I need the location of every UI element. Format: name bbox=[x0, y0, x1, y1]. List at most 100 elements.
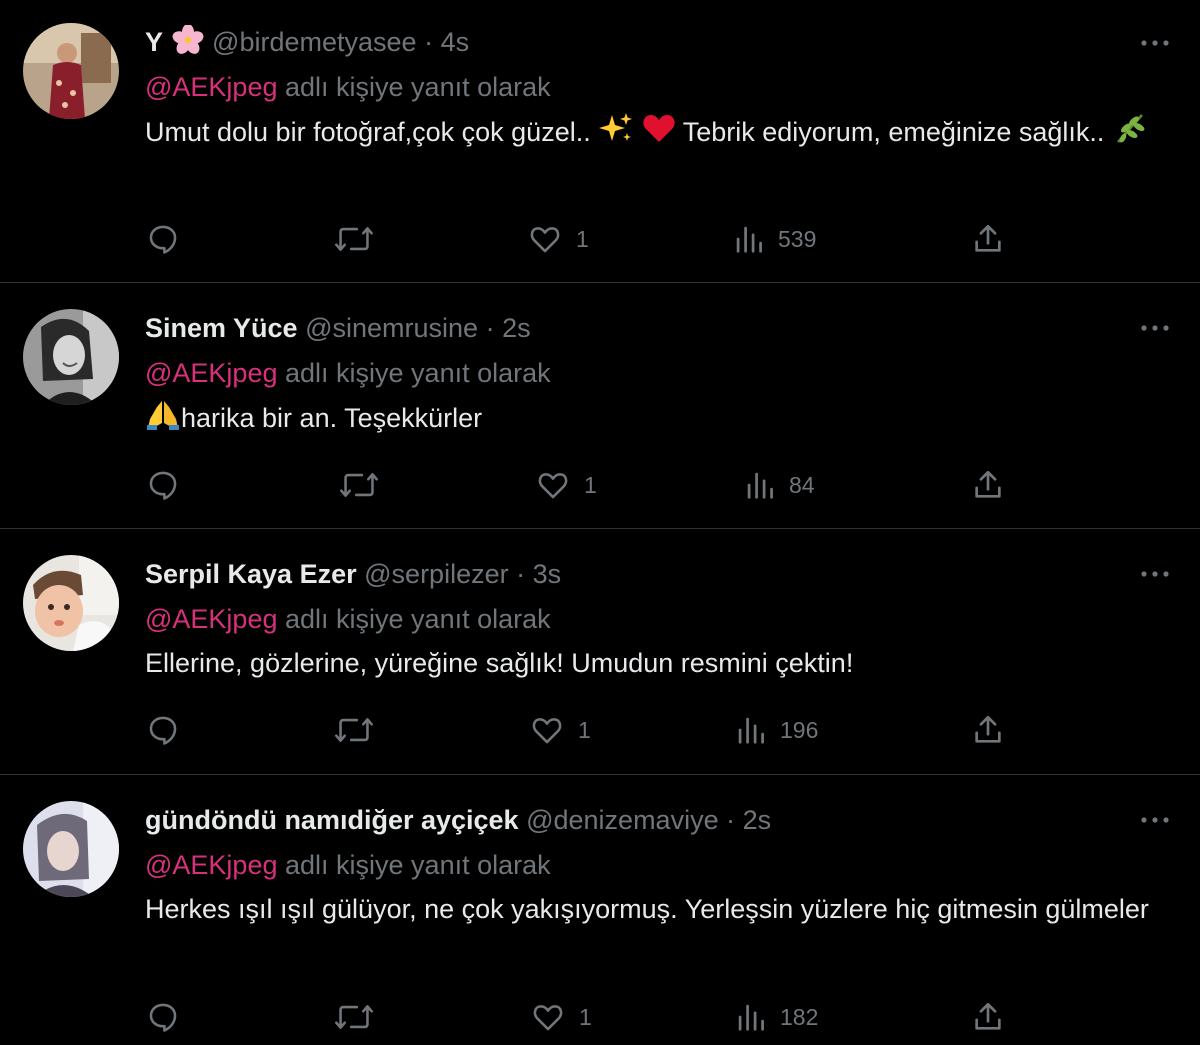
retweet-icon bbox=[335, 227, 373, 251]
cherry-blossom-icon bbox=[171, 24, 205, 63]
views-icon bbox=[738, 1004, 764, 1031]
like-icon bbox=[532, 718, 562, 744]
tweet-text: Umut dolu bir fotoğraf,çok çok güzel.. T… bbox=[145, 111, 1175, 156]
views-button[interactable]: 196 bbox=[736, 713, 818, 747]
tweet-text-part: Herkes ışıl ışıl gülüyor, ne çok yakışıy… bbox=[145, 894, 1149, 924]
timestamp[interactable]: 2s bbox=[502, 313, 531, 343]
reply-button[interactable] bbox=[146, 222, 180, 256]
tweet-text-part bbox=[634, 117, 642, 147]
mention-link[interactable]: @AEKjpeg bbox=[145, 604, 277, 634]
reply-tweet[interactable]: Serpil Kaya Ezer @serpilezer · 3s @AEKjp… bbox=[0, 529, 1200, 774]
tweet-text-part: Ellerine, gözlerine, yüreğine sağlık! Um… bbox=[145, 648, 854, 678]
mention-link[interactable]: @AEKjpeg bbox=[145, 358, 277, 388]
reply-button[interactable] bbox=[146, 713, 180, 747]
views-button[interactable]: 539 bbox=[734, 222, 816, 256]
share-button[interactable] bbox=[971, 713, 1005, 747]
separator-dot: · bbox=[424, 27, 434, 57]
reply-tweet[interactable]: gündöndü namıdiğer ayçiçek @denizemaviye… bbox=[0, 775, 1200, 1045]
folded-hands-icon bbox=[145, 397, 181, 442]
user-handle[interactable]: @denizemaviye bbox=[526, 805, 719, 835]
separator-dot: · bbox=[516, 559, 526, 589]
share-icon bbox=[975, 470, 1001, 498]
reply-tweet[interactable]: Sinem Yüce @sinemrusine · 2s @AEKjpeg ad… bbox=[0, 283, 1200, 528]
more-options-button[interactable] bbox=[1135, 810, 1175, 830]
reply-tweet[interactable]: Y @birdemetyasee · 4s @AEKjpeg adlı kişi… bbox=[0, 0, 1200, 282]
views-button[interactable]: 182 bbox=[736, 1000, 818, 1034]
like-button[interactable]: 1 bbox=[531, 1000, 592, 1034]
views-icon bbox=[747, 472, 773, 499]
avatar[interactable] bbox=[23, 555, 119, 651]
tweet-text-part: harika bir an. Teşekkürler bbox=[181, 403, 483, 433]
user-handle[interactable]: @birdemetyasee bbox=[212, 27, 417, 57]
retweet-button[interactable] bbox=[334, 1000, 374, 1034]
red-heart-icon bbox=[642, 113, 676, 156]
herb-icon bbox=[1112, 111, 1148, 156]
sparkles-icon bbox=[598, 111, 634, 156]
timestamp[interactable]: 2s bbox=[743, 805, 772, 835]
like-icon bbox=[530, 227, 560, 253]
reply-button[interactable] bbox=[146, 1000, 180, 1034]
like-count: 1 bbox=[579, 1003, 592, 1030]
more-options-button[interactable] bbox=[1135, 564, 1175, 584]
tweet-text-part: Umut dolu bir fotoğraf,çok çok güzel.. bbox=[145, 117, 599, 147]
replies-feed: Y @birdemetyasee · 4s @AEKjpeg adlı kişi… bbox=[0, 0, 1200, 1045]
share-button[interactable] bbox=[971, 1000, 1005, 1034]
mention-link[interactable]: @AEKjpeg bbox=[145, 72, 277, 102]
tweet-header: gündöndü namıdiğer ayçiçek @denizemaviye… bbox=[145, 803, 771, 837]
display-name[interactable]: gündöndü namıdiğer ayçiçek bbox=[145, 805, 519, 835]
separator-dot: · bbox=[726, 805, 736, 835]
avatar[interactable] bbox=[23, 309, 119, 405]
view-count: 539 bbox=[778, 225, 817, 252]
like-button[interactable]: 1 bbox=[536, 468, 597, 502]
share-button[interactable] bbox=[971, 222, 1005, 256]
share-icon bbox=[975, 224, 1001, 252]
timestamp[interactable]: 4s bbox=[441, 27, 470, 57]
reply-icon bbox=[149, 716, 177, 745]
more-icon bbox=[1141, 40, 1169, 46]
reply-button[interactable] bbox=[146, 468, 180, 502]
view-count: 196 bbox=[780, 716, 819, 743]
tweet-text: Ellerine, gözlerine, yüreğine sağlık! Um… bbox=[145, 643, 1175, 683]
tweet-text-part: Tebrik ediyorum, emeğinize sağlık.. bbox=[675, 117, 1112, 147]
share-icon bbox=[975, 1002, 1001, 1030]
replying-to-label: adlı kişiye yanıt olarak bbox=[285, 72, 551, 102]
view-count: 182 bbox=[780, 1003, 819, 1030]
views-icon bbox=[736, 226, 762, 253]
replying-to: @AEKjpeg adlı kişiye yanıt olarak bbox=[145, 848, 551, 882]
share-button[interactable] bbox=[971, 468, 1005, 502]
views-button[interactable]: 84 bbox=[745, 468, 815, 502]
replying-to-label: adlı kişiye yanıt olarak bbox=[285, 358, 551, 388]
timestamp[interactable]: 3s bbox=[533, 559, 562, 589]
tweet-text: Herkes ışıl ışıl gülüyor, ne çok yakışıy… bbox=[145, 889, 1175, 929]
views-icon bbox=[738, 717, 764, 744]
like-button[interactable]: 1 bbox=[530, 713, 591, 747]
replying-to-label: adlı kişiye yanıt olarak bbox=[285, 850, 551, 880]
avatar[interactable] bbox=[23, 23, 119, 119]
more-options-button[interactable] bbox=[1135, 33, 1175, 53]
retweet-icon bbox=[335, 718, 373, 742]
avatar[interactable] bbox=[23, 801, 119, 897]
display-name[interactable]: Serpil Kaya Ezer bbox=[145, 559, 357, 589]
like-button[interactable]: 1 bbox=[528, 222, 589, 256]
replying-to: @AEKjpeg adlı kişiye yanıt olarak bbox=[145, 70, 551, 104]
retweet-button[interactable] bbox=[334, 222, 374, 256]
reply-icon bbox=[149, 1003, 177, 1032]
replying-to: @AEKjpeg adlı kişiye yanıt olarak bbox=[145, 602, 551, 636]
more-options-button[interactable] bbox=[1135, 318, 1175, 338]
user-handle[interactable]: @sinemrusine bbox=[305, 313, 478, 343]
like-icon bbox=[533, 1005, 563, 1031]
share-icon bbox=[975, 715, 1001, 743]
like-count: 1 bbox=[584, 471, 597, 498]
mention-link[interactable]: @AEKjpeg bbox=[145, 850, 277, 880]
like-count: 1 bbox=[576, 225, 589, 252]
display-name[interactable]: Sinem Yüce bbox=[145, 313, 298, 343]
more-icon bbox=[1141, 325, 1169, 331]
retweet-button[interactable] bbox=[334, 713, 374, 747]
more-icon bbox=[1141, 817, 1169, 823]
display-name[interactable]: Y bbox=[145, 27, 163, 57]
like-icon bbox=[538, 473, 568, 499]
retweet-button[interactable] bbox=[339, 468, 379, 502]
retweet-icon bbox=[340, 473, 378, 497]
user-handle[interactable]: @serpilezer bbox=[364, 559, 508, 589]
separator-dot: · bbox=[485, 313, 495, 343]
